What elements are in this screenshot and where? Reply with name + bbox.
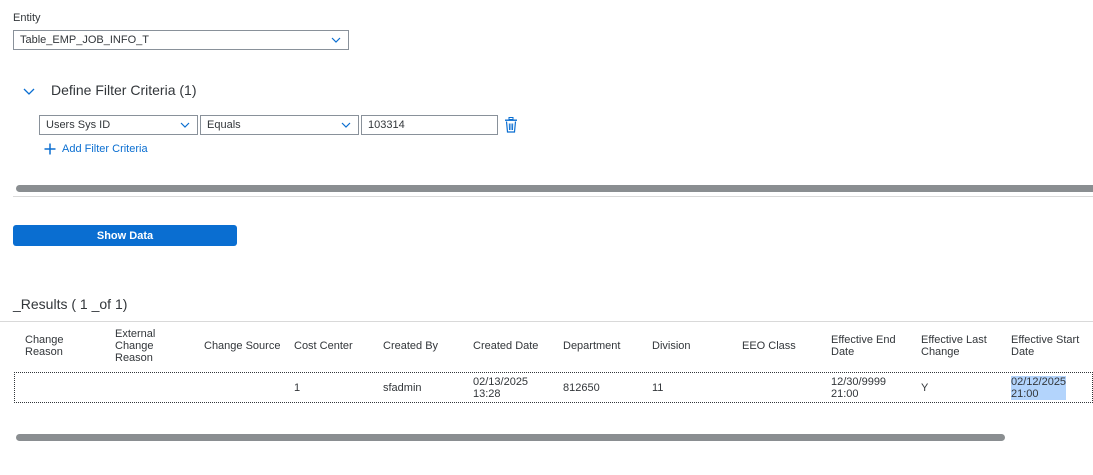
entity-label: Entity [13,12,41,24]
filter-field-select[interactable]: Users Sys ID [39,115,198,135]
horizontal-scrollbar-filters[interactable] [16,185,1093,192]
cell-created-date: 02/13/2025 13:28 [473,375,529,400]
filter-field-value: Users Sys ID [46,119,111,131]
filter-operator-value: Equals [207,119,241,131]
column-header-created-by[interactable]: Created By [372,322,462,370]
cell-cost-center: 1 [294,381,301,394]
results-table-header: Change Reason External Change Reason Cha… [14,322,1093,370]
cell-department: 812650 [563,381,600,394]
cell-effective-start-date: 02/12/2025 21:00 [1001,373,1092,402]
column-header-effective-start-date[interactable]: Effective Start Date [1000,322,1093,370]
cell-external-change-reason [105,373,194,402]
cell-effective-last-change: Y [921,381,929,394]
entity-select[interactable]: Table_EMP_JOB_INFO_T [13,30,349,50]
cell-eeo-class [732,373,821,402]
chevron-down-icon [180,122,190,128]
column-header-change-source[interactable]: Change Source [193,322,283,370]
filter-value-input[interactable] [361,115,498,135]
cell-division: 11 [652,381,664,394]
entity-select-value: Table_EMP_JOB_INFO_T [20,34,149,46]
plus-icon [44,143,56,155]
column-header-department[interactable]: Department [552,322,641,370]
section-divider [13,196,1093,197]
cell-effective-end-date: 12/30/9999 21:00 [831,375,887,400]
column-header-eeo-class[interactable]: EEO Class [731,322,820,370]
cell-change-reason [15,373,105,402]
table-row[interactable]: 1 sfadmin 02/13/2025 13:28 812650 11 12/… [14,372,1093,403]
column-header-division[interactable]: Division [641,322,731,370]
horizontal-scrollbar-results[interactable] [16,434,1005,441]
show-data-button[interactable]: Show Data [13,225,237,246]
page: Entity Table_EMP_JOB_INFO_T Define Filte… [0,0,1093,475]
add-filter-criteria-link[interactable]: Add Filter Criteria [44,143,148,155]
results-title: _Results ( 1 _of 1) [13,296,128,312]
chevron-down-icon [341,122,351,128]
column-header-external-change-reason[interactable]: External Change Reason [104,322,193,370]
cell-change-source [194,373,284,402]
filter-section-title: Define Filter Criteria (1) [51,82,197,98]
column-header-effective-last-change[interactable]: Effective Last Change [910,322,1000,370]
column-header-cost-center[interactable]: Cost Center [283,322,372,370]
chevron-down-icon[interactable] [22,84,36,98]
column-header-change-reason[interactable]: Change Reason [14,322,104,370]
column-header-effective-end-date[interactable]: Effective End Date [820,322,910,370]
selected-text[interactable]: 02/12/2025 21:00 [1011,375,1067,400]
trash-icon[interactable] [504,117,518,133]
cell-created-by: sfadmin [383,381,422,394]
add-filter-label: Add Filter Criteria [62,143,148,155]
column-header-created-date[interactable]: Created Date [462,322,552,370]
chevron-down-icon [331,37,341,43]
filter-operator-select[interactable]: Equals [200,115,359,135]
